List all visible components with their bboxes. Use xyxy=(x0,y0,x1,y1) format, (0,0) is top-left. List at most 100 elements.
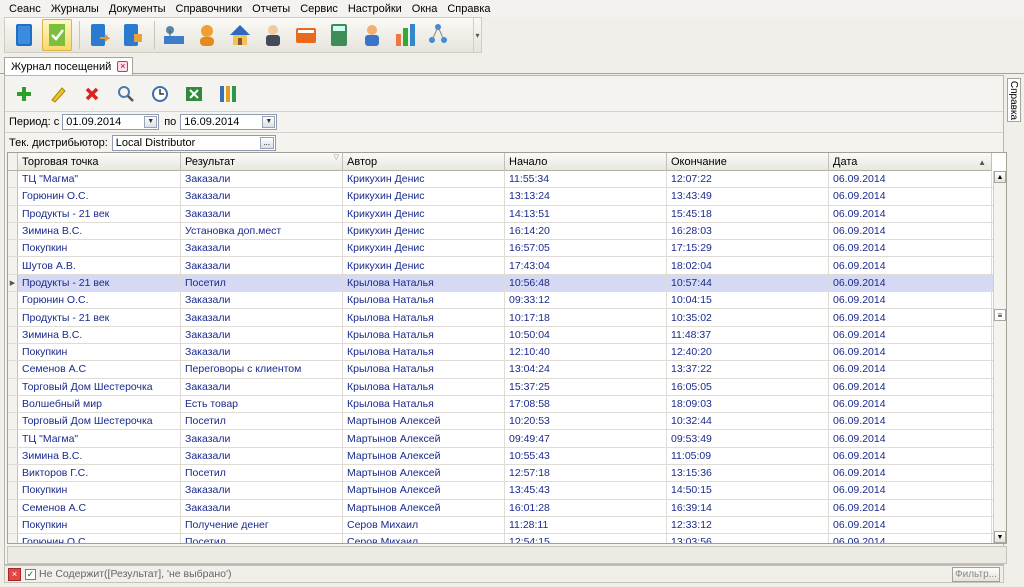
table-row[interactable]: Семенов А.С Заказали Мартынов Алексей 16:01… xyxy=(8,499,995,517)
table-row[interactable]: Покупкин Заказали Крикухин Денис 16:57:05 17… xyxy=(8,240,995,258)
table-row[interactable]: Горюнин О.С. Посетил Серов Михаил 12:54:15 1… xyxy=(8,534,995,543)
clock-icon[interactable] xyxy=(145,80,175,108)
table-row[interactable]: Викторов Г.С. Посетил Мартынов Алексей 12:5… xyxy=(8,465,995,483)
distributor-field[interactable]: Local Distributor ... xyxy=(111,134,276,151)
row-indicator[interactable] xyxy=(8,499,18,516)
table-cell[interactable]: 06.09.2014 xyxy=(829,240,992,257)
table-cell[interactable]: Заказали xyxy=(181,482,343,499)
row-indicator[interactable] xyxy=(8,222,18,240)
table-cell[interactable]: 06.09.2014 xyxy=(829,516,992,534)
table-cell[interactable]: Переговоры с клиентом xyxy=(181,361,343,378)
table-cell[interactable]: Торговый Дом Шестерочка xyxy=(18,413,181,430)
table-cell[interactable]: 10:56:48 xyxy=(505,274,667,292)
table-cell[interactable]: Заказали xyxy=(181,430,343,447)
book-export-icon[interactable] xyxy=(117,19,147,51)
table-cell[interactable]: Зимина В.С. xyxy=(18,326,181,343)
table-row[interactable]: Торговый Дом Шестерочка Посетил Мартынов А… xyxy=(8,413,995,431)
table-cell[interactable]: 16:39:14 xyxy=(667,499,829,516)
menu-item[interactable]: Настройки xyxy=(343,3,407,15)
table-cell[interactable]: Посетил xyxy=(181,465,343,482)
table-cell[interactable]: 06.09.2014 xyxy=(829,447,992,465)
table-cell[interactable]: 14:50:15 xyxy=(667,482,829,499)
table-row[interactable]: Горюнин О.С. Заказали Крикухин Денис 13:13:… xyxy=(8,188,995,206)
table-cell[interactable]: 09:53:49 xyxy=(667,430,829,447)
table-cell[interactable]: 09:33:12 xyxy=(505,292,667,309)
agent-icon[interactable] xyxy=(258,19,288,51)
table-cell[interactable]: 06.09.2014 xyxy=(829,257,992,274)
checklist-icon[interactable] xyxy=(42,19,72,51)
date-from-field[interactable]: 01.09.2014 ▼ xyxy=(62,113,160,130)
table-cell[interactable]: Мартынов Алексей xyxy=(343,465,505,482)
table-cell[interactable]: 10:55:43 xyxy=(505,447,667,465)
table-cell[interactable]: Крылова Наталья xyxy=(343,361,505,378)
row-indicator[interactable] xyxy=(8,482,18,499)
table-cell[interactable]: Горюнин О.С. xyxy=(18,534,181,543)
delete-icon[interactable] xyxy=(77,80,107,108)
table-cell[interactable]: Покупкин xyxy=(18,343,181,361)
table-cell[interactable]: 12:10:40 xyxy=(505,343,667,361)
row-indicator[interactable] xyxy=(8,205,18,222)
table-cell[interactable]: Заказали xyxy=(181,240,343,257)
book-icon[interactable] xyxy=(9,19,39,51)
table-cell[interactable]: 09:49:47 xyxy=(505,430,667,447)
table-cell[interactable]: 10:35:02 xyxy=(667,309,829,326)
row-indicator[interactable] xyxy=(8,309,18,326)
table-cell[interactable]: 12:33:12 xyxy=(667,516,829,534)
table-row[interactable]: Шутов А.В. Заказали Крикухин Денис 17:43:04… xyxy=(8,257,995,275)
table-cell[interactable]: 06.09.2014 xyxy=(829,430,992,447)
column-header[interactable]: Торговая точка xyxy=(18,153,181,171)
row-indicator[interactable] xyxy=(8,413,18,430)
table-cell[interactable]: 06.09.2014 xyxy=(829,222,992,240)
table-cell[interactable]: Мартынов Алексей xyxy=(343,430,505,447)
table-cell[interactable]: Крылова Наталья xyxy=(343,326,505,343)
table-row[interactable]: ▶ Продукты - 21 век Посетил Крылова Наталья… xyxy=(8,274,995,293)
menu-item[interactable]: Справка xyxy=(442,3,495,15)
menu-item[interactable]: Отчеты xyxy=(247,3,295,15)
table-cell[interactable]: 16:01:28 xyxy=(505,499,667,516)
table-cell[interactable]: Крикухин Денис xyxy=(343,222,505,240)
clear-filter-icon[interactable]: × xyxy=(8,567,21,581)
table-cell[interactable]: Продукты - 21 век xyxy=(18,205,181,222)
row-indicator[interactable] xyxy=(8,378,18,395)
table-cell[interactable]: Установка доп.мест xyxy=(181,222,343,240)
table-cell[interactable]: Заказали xyxy=(181,343,343,361)
table-row[interactable]: ТЦ "Магма" Заказали Мартынов Алексей 09:49:… xyxy=(8,430,995,448)
table-row[interactable]: Покупкин Получение денег Серов Михаил 11:28… xyxy=(8,516,995,535)
table-cell[interactable]: Крылова Наталья xyxy=(343,292,505,309)
table-cell[interactable]: 06.09.2014 xyxy=(829,205,992,222)
filter-button[interactable]: Фильтр... xyxy=(952,567,1000,582)
table-cell[interactable]: 12:57:18 xyxy=(505,465,667,482)
column-header[interactable]: Дата ▲ xyxy=(829,153,992,171)
table-cell[interactable]: 10:50:04 xyxy=(505,326,667,343)
table-cell[interactable]: 10:17:18 xyxy=(505,309,667,326)
table-cell[interactable]: 06.09.2014 xyxy=(829,482,992,499)
table-cell[interactable]: 10:32:44 xyxy=(667,413,829,430)
table-cell[interactable]: Крикухин Денис xyxy=(343,240,505,257)
table-cell[interactable]: Крылова Наталья xyxy=(343,395,505,413)
table-cell[interactable]: 06.09.2014 xyxy=(829,292,992,309)
table-cell[interactable]: Заказали xyxy=(181,378,343,395)
table-cell[interactable]: Заказали xyxy=(181,188,343,205)
table-cell[interactable]: ТЦ "Магма" xyxy=(18,171,181,188)
table-cell[interactable]: 14:13:51 xyxy=(505,205,667,222)
table-cell[interactable]: Крылова Наталья xyxy=(343,378,505,395)
scroll-thumb[interactable]: ≡ xyxy=(994,309,1006,321)
table-row[interactable]: Зимина В.С. Заказали Крылова Наталья 10:50:… xyxy=(8,326,995,344)
table-cell[interactable]: 06.09.2014 xyxy=(829,378,992,395)
table-cell[interactable]: Шутов А.В. xyxy=(18,257,181,274)
table-row[interactable]: Покупкин Заказали Крылова Наталья 12:10:40 1… xyxy=(8,343,995,362)
table-cell[interactable]: 06.09.2014 xyxy=(829,326,992,343)
calculator-icon[interactable] xyxy=(324,19,354,51)
column-header[interactable]: Начало xyxy=(505,153,667,171)
date-to-field[interactable]: 16.09.2014 ▼ xyxy=(180,113,278,130)
table-cell[interactable]: Покупкин xyxy=(18,240,181,257)
table-cell[interactable]: Заказали xyxy=(181,205,343,222)
edit-icon[interactable] xyxy=(43,80,73,108)
scroll-down-icon[interactable]: ▼ xyxy=(994,531,1006,543)
table-cell[interactable]: Мартынов Алексей xyxy=(343,482,505,499)
table-cell[interactable]: 13:45:43 xyxy=(505,482,667,499)
chevron-down-icon[interactable]: ▼ xyxy=(262,115,276,128)
table-cell[interactable]: Покупкин xyxy=(18,516,181,534)
table-cell[interactable]: Посетил xyxy=(181,274,343,292)
table-cell[interactable]: Заказали xyxy=(181,326,343,343)
